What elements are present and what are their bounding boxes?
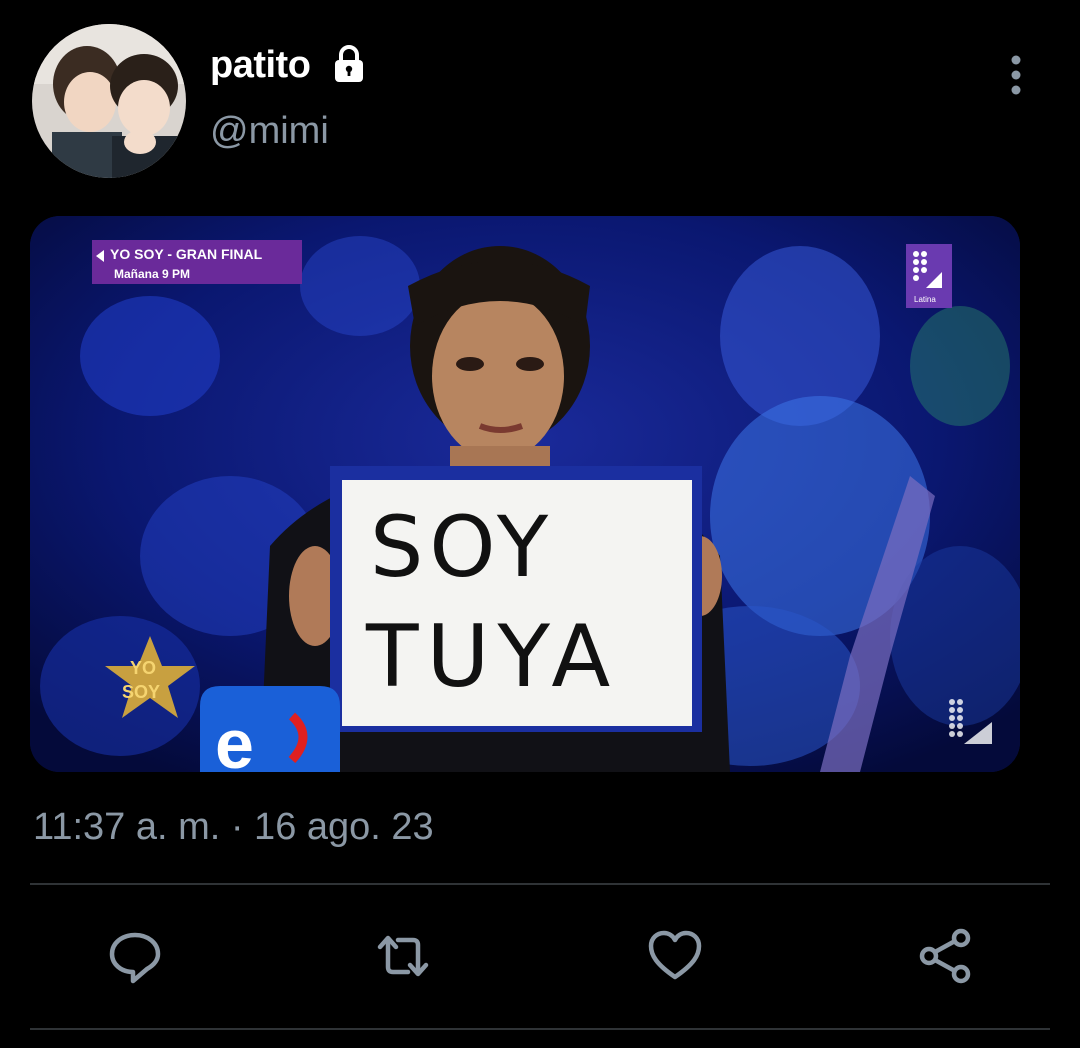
share-icon <box>919 928 971 984</box>
network-logo-letter: e <box>215 705 254 772</box>
channel-logo: Latina <box>906 244 952 308</box>
tweet-media-image[interactable]: YO SOY - GRAN FINAL Mañana 9 PM Latina S… <box>30 216 1020 772</box>
reply-button[interactable] <box>105 926 165 986</box>
banner-line-2: Mañana 9 PM <box>114 267 190 281</box>
broadcast-banner: YO SOY - GRAN FINAL Mañana 9 PM <box>92 240 302 284</box>
more-options-icon[interactable] <box>996 54 1036 96</box>
divider <box>30 883 1050 885</box>
sign-line-1: SOY <box>370 498 554 596</box>
channel-logo-sub: Latina <box>914 295 936 304</box>
share-button[interactable] <box>915 926 975 986</box>
reply-icon <box>109 932 161 984</box>
user-handle[interactable]: @mimi <box>210 110 329 153</box>
divider-bottom <box>30 1028 1050 1030</box>
avatar-image <box>32 24 186 178</box>
display-name[interactable]: patito <box>210 44 311 87</box>
retweet-button[interactable] <box>373 926 433 986</box>
show-logo-line-1: YO <box>130 658 156 678</box>
heart-icon <box>648 930 702 980</box>
avatar[interactable] <box>32 24 186 178</box>
tweet-timestamp[interactable]: 11:37 a. m. · 16 ago. 23 <box>33 806 434 849</box>
lock-icon <box>327 42 371 86</box>
network-logo: e <box>200 686 340 772</box>
banner-line-1: YO SOY - GRAN FINAL <box>110 246 263 262</box>
like-button[interactable] <box>645 926 705 986</box>
show-logo-line-2: SOY <box>122 682 160 702</box>
sign-board: SOY TUYA <box>330 466 702 732</box>
retweet-icon <box>377 935 429 977</box>
sign-line-2: TUYA <box>365 607 618 707</box>
